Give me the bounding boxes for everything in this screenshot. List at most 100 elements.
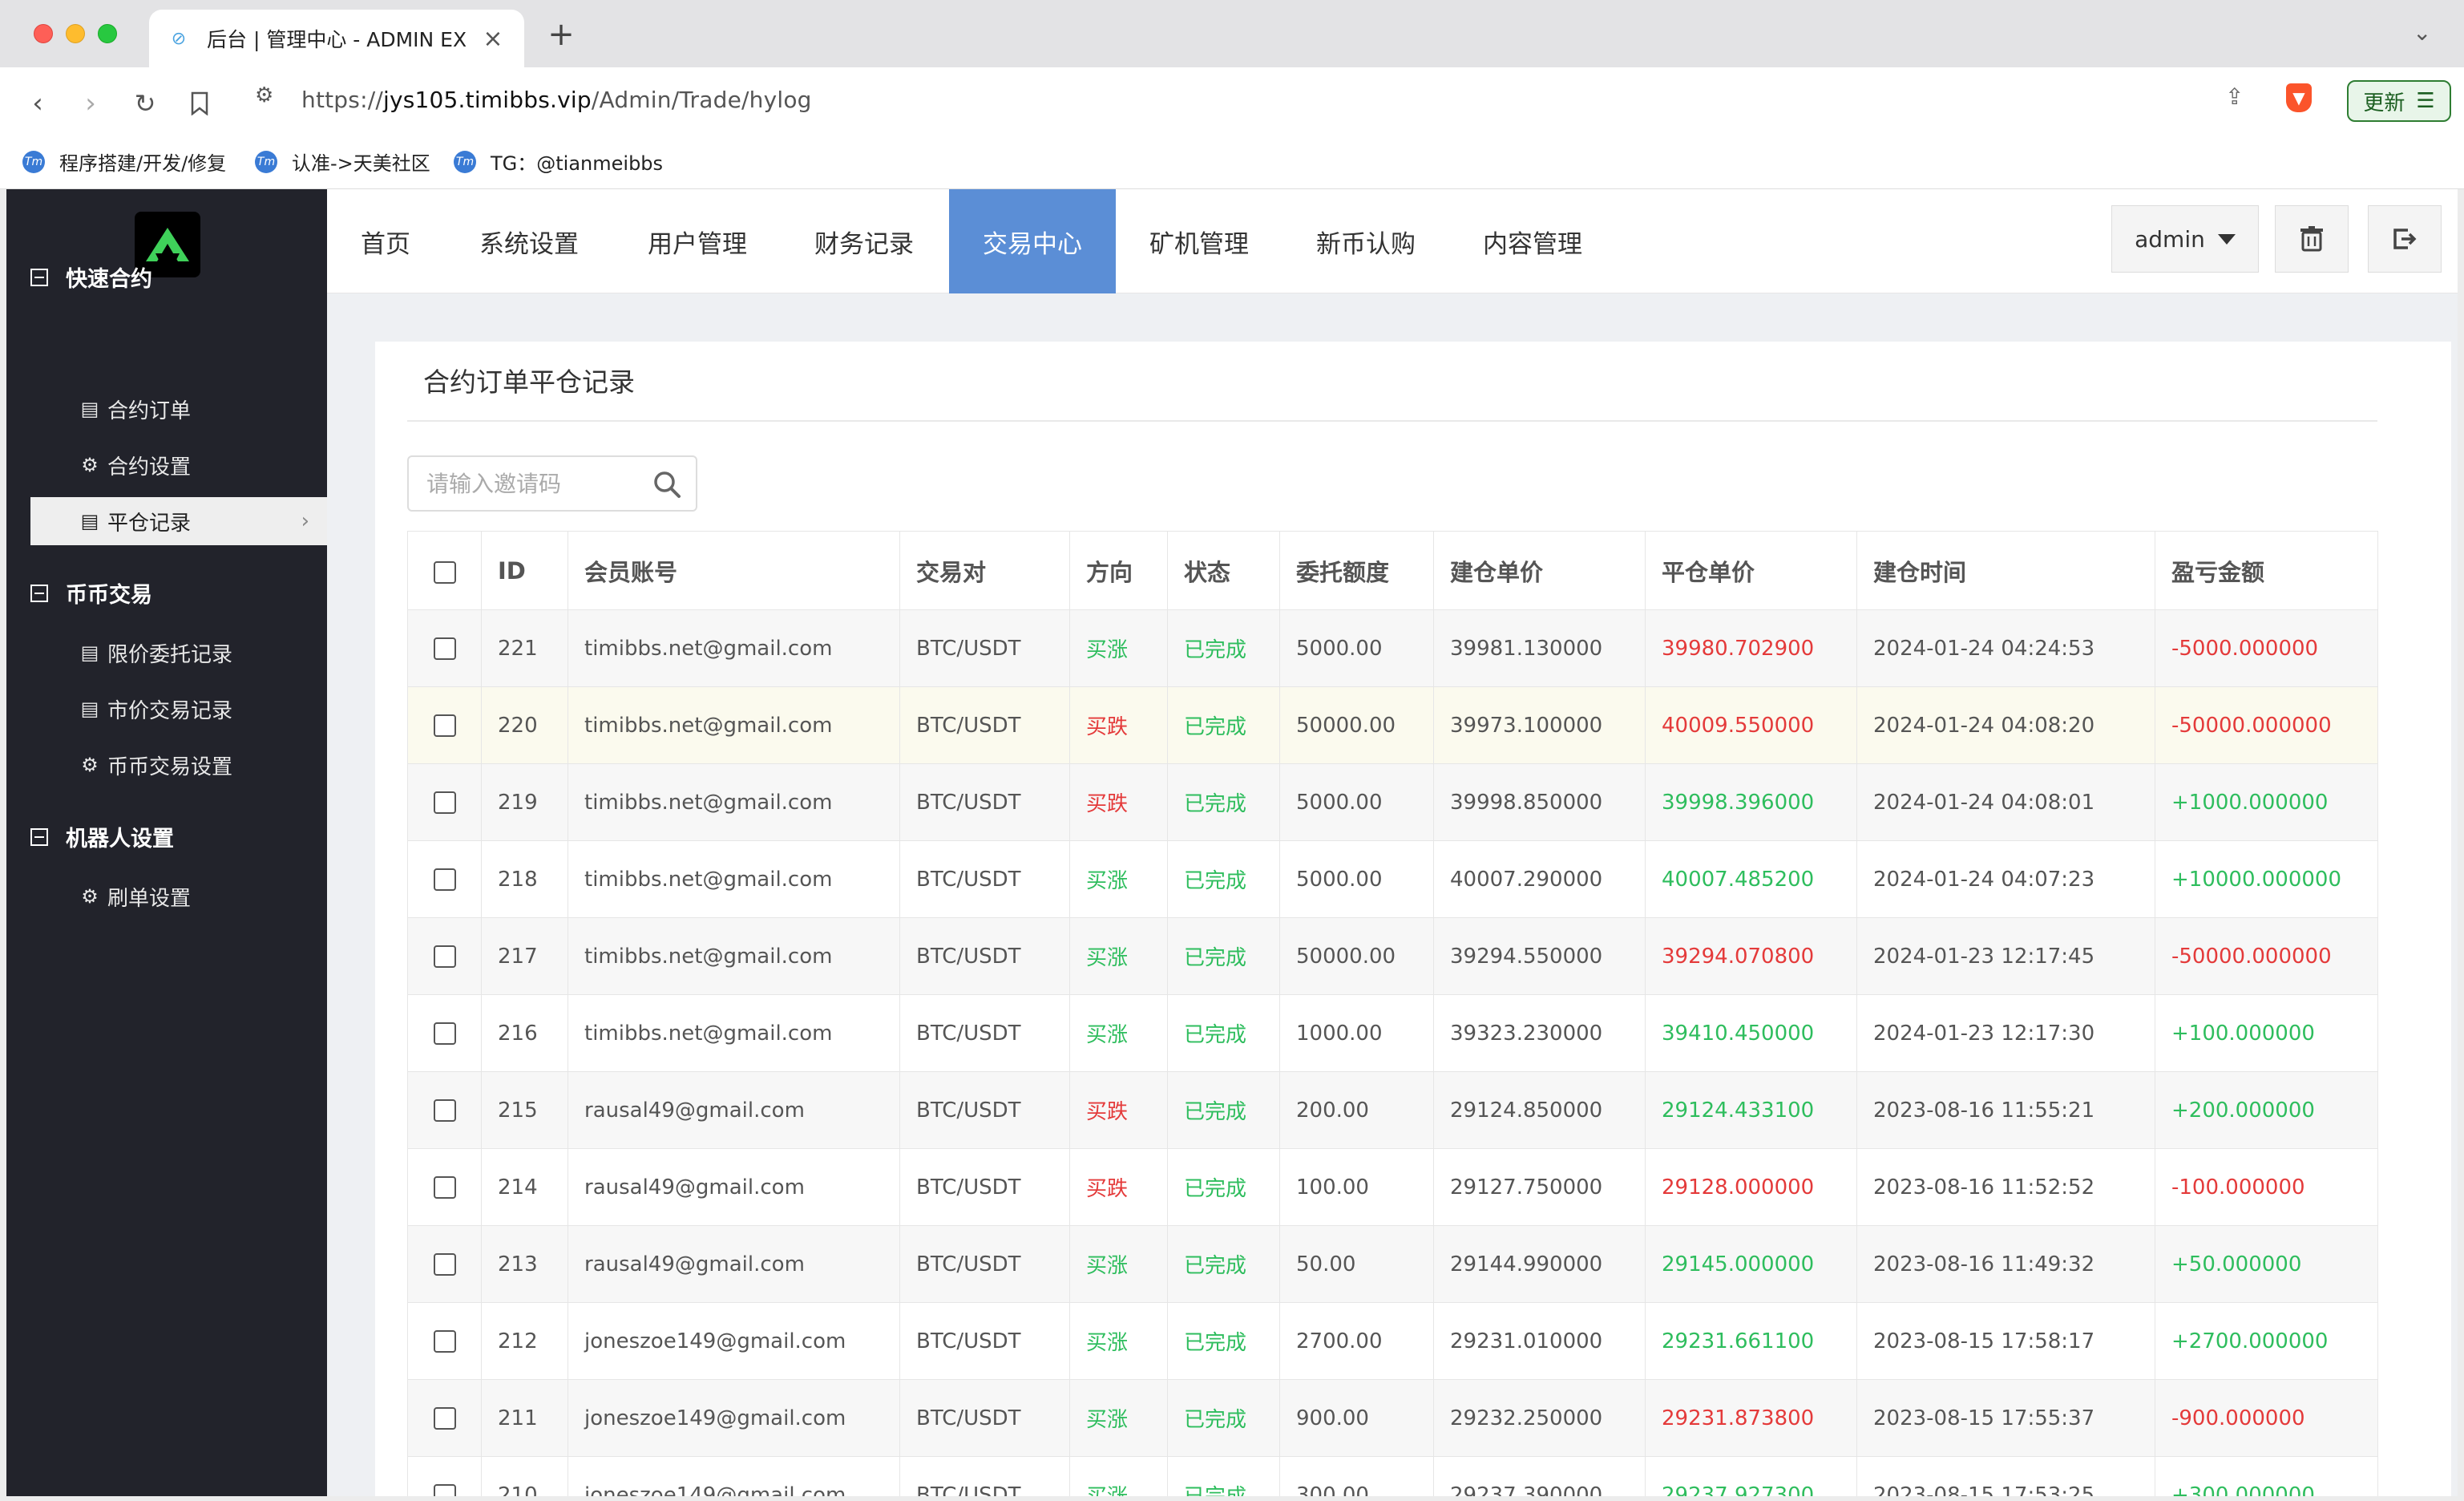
row-checkbox[interactable] xyxy=(433,1022,456,1045)
list-icon: ▤ xyxy=(80,641,99,664)
row-checkbox[interactable] xyxy=(433,791,456,814)
row-checkbox[interactable] xyxy=(433,1330,456,1353)
col-account[interactable]: 会员账号 xyxy=(568,531,900,610)
row-status: 已完成 xyxy=(1167,1379,1280,1457)
table-row[interactable]: 213 rausal49@gmail.com BTC/USDT 买涨 已完成 50.00 2… xyxy=(407,1225,2378,1303)
bookmark-item[interactable]: Tm 程序搭建/开发/修复 xyxy=(22,148,226,176)
search-icon[interactable] xyxy=(651,468,683,500)
sidebar-item-contract-settings[interactable]: ⚙ 合约设置 xyxy=(30,441,327,489)
sidebar-group-contract[interactable]: 快速合约 xyxy=(30,261,152,293)
nav-content-management[interactable]: 内容管理 xyxy=(1449,189,1616,293)
new-tab-button[interactable]: + xyxy=(545,16,577,53)
nav-new-coin[interactable]: 新币认购 xyxy=(1282,189,1449,293)
table-row[interactable]: 212 joneszoe149@gmail.com BTC/USDT 买涨 已完成 270… xyxy=(407,1302,2378,1380)
sidebar-item-limit-orders[interactable]: ▤ 限价委托记录 xyxy=(30,629,327,677)
row-status: 已完成 xyxy=(1167,763,1280,841)
row-pnl: -50000.000000 xyxy=(2155,686,2378,764)
sidebar-item-contract-orders[interactable]: ▤ 合约订单 xyxy=(30,385,327,433)
table-row[interactable]: 217 timibbs.net@gmail.com BTC/USDT 买涨 已完成 500… xyxy=(407,917,2378,995)
col-close-price[interactable]: 平仓单价 xyxy=(1645,531,1857,610)
minimize-window-button[interactable] xyxy=(66,24,85,43)
row-checkbox[interactable] xyxy=(433,1253,456,1276)
row-direction: 买跌 xyxy=(1069,686,1168,764)
tab-close-icon[interactable]: × xyxy=(481,25,505,53)
nav-miner-management[interactable]: 矿机管理 xyxy=(1116,189,1282,293)
address-bar[interactable]: https://jys105.timibbs.vip/Admin/Trade/h… xyxy=(301,87,812,113)
browser-tab[interactable]: ⊘ 后台 | 管理中心 - ADMIN EX × xyxy=(149,10,524,67)
row-checkbox[interactable] xyxy=(433,1407,456,1430)
nav-finance-records[interactable]: 财务记录 xyxy=(781,189,947,293)
row-checkbox[interactable] xyxy=(433,1484,456,1496)
sidebar-item-spot-settings[interactable]: ⚙ 币币交易设置 xyxy=(30,741,327,789)
col-open-time[interactable]: 建仓时间 xyxy=(1856,531,2155,610)
row-select-cell xyxy=(407,994,482,1072)
row-checkbox[interactable] xyxy=(433,1099,456,1122)
table-body: 221 timibbs.net@gmail.com BTC/USDT 买涨 已完成 500… xyxy=(407,609,2378,1496)
col-amount[interactable]: 委托额度 xyxy=(1279,531,1434,610)
col-id[interactable]: ID xyxy=(481,531,568,610)
update-button[interactable]: 更新 ☰ xyxy=(2347,80,2451,122)
logout-button[interactable] xyxy=(2368,205,2442,273)
row-open-time: 2024-01-24 04:08:01 xyxy=(1856,763,2155,841)
row-account: timibbs.net@gmail.com xyxy=(568,609,900,687)
row-id: 212 xyxy=(481,1302,568,1380)
col-pnl[interactable]: 盈亏金额 xyxy=(2155,531,2378,610)
select-all-checkbox[interactable] xyxy=(433,560,456,584)
nav-trading-center[interactable]: 交易中心 xyxy=(949,189,1116,293)
site-settings-icon[interactable]: ⚙ xyxy=(255,83,273,107)
col-open-price[interactable]: 建仓单价 xyxy=(1433,531,1646,610)
brave-shield-icon[interactable]: ▼ xyxy=(2286,83,2312,112)
row-open-price: 39981.130000 xyxy=(1433,609,1646,687)
row-checkbox[interactable] xyxy=(433,1176,456,1199)
bookmark-item[interactable]: Tm TG：@tianmeibbs xyxy=(454,148,663,176)
table-row[interactable]: 218 timibbs.net@gmail.com BTC/USDT 买涨 已完成 500… xyxy=(407,840,2378,918)
col-pair[interactable]: 交易对 xyxy=(899,531,1070,610)
back-icon[interactable]: ‹ xyxy=(19,85,56,122)
table-row[interactable]: 220 timibbs.net@gmail.com BTC/USDT 买跌 已完成 500… xyxy=(407,686,2378,764)
close-window-button[interactable] xyxy=(34,24,53,43)
nav-system-settings[interactable]: 系统设置 xyxy=(444,189,614,293)
search-input[interactable] xyxy=(426,470,643,497)
table-row[interactable]: 215 rausal49@gmail.com BTC/USDT 买跌 已完成 200.00… xyxy=(407,1071,2378,1149)
sidebar-item-bot-settings[interactable]: ⚙ 刷单设置 xyxy=(30,872,327,920)
table-row[interactable]: 219 timibbs.net@gmail.com BTC/USDT 买跌 已完成 500… xyxy=(407,763,2378,841)
row-checkbox[interactable] xyxy=(433,945,456,968)
table-row[interactable]: 210joneszoe149@gmail.comBTC/USDT买涨已完成300… xyxy=(407,1456,2378,1496)
row-pnl: -100.000000 xyxy=(2155,1148,2378,1226)
nav-home[interactable]: 首页 xyxy=(327,189,444,293)
row-pair: BTC/USDT xyxy=(899,994,1070,1072)
bookmark-icon[interactable] xyxy=(181,85,218,122)
list-icon: ▤ xyxy=(80,398,99,420)
reload-icon[interactable]: ↻ xyxy=(127,85,164,122)
row-checkbox[interactable] xyxy=(433,868,456,891)
forward-icon[interactable]: › xyxy=(72,85,109,122)
page-title: 合约订单平仓记录 xyxy=(423,366,635,398)
col-direction[interactable]: 方向 xyxy=(1069,531,1168,610)
tab-list-chevron-icon[interactable]: ⌄ xyxy=(2413,19,2431,46)
sidebar-item-close-records[interactable]: ▤ 平仓记录 › xyxy=(30,497,327,545)
nav-user-management[interactable]: 用户管理 xyxy=(614,189,781,293)
invite-code-search xyxy=(407,455,697,512)
table-row[interactable]: 221 timibbs.net@gmail.com BTC/USDT 买涨 已完成 500… xyxy=(407,609,2378,687)
sidebar-group-robot[interactable]: 机器人设置 xyxy=(30,821,174,852)
user-menu-button[interactable]: admin xyxy=(2111,205,2259,273)
row-checkbox[interactable] xyxy=(433,714,456,737)
row-status: 已完成 xyxy=(1167,1456,1280,1496)
row-open-price: 29144.990000 xyxy=(1433,1225,1646,1303)
row-close-price: 39294.070800 xyxy=(1645,917,1857,995)
sidebar-group-spot[interactable]: 币币交易 xyxy=(30,577,152,609)
table-row[interactable]: 211 joneszoe149@gmail.com BTC/USDT 买涨 已完成 900… xyxy=(407,1379,2378,1457)
zoom-window-button[interactable] xyxy=(98,24,117,43)
table-row[interactable]: 216 timibbs.net@gmail.com BTC/USDT 买涨 已完成 100… xyxy=(407,994,2378,1072)
bookmark-item[interactable]: Tm 认准->天美社区 xyxy=(255,148,430,176)
row-amount: 50000.00 xyxy=(1279,686,1434,764)
table-row[interactable]: 214 rausal49@gmail.com BTC/USDT 买跌 已完成 100.00… xyxy=(407,1148,2378,1226)
col-status[interactable]: 状态 xyxy=(1167,531,1280,610)
row-checkbox[interactable] xyxy=(433,637,456,660)
row-select-cell xyxy=(407,686,482,764)
share-icon[interactable]: ⇪ xyxy=(2225,83,2244,110)
sidebar-item-market-trades[interactable]: ▤ 市价交易记录 xyxy=(30,685,327,733)
row-close-price: 39980.702900 xyxy=(1645,609,1857,687)
row-pnl: +2700.000000 xyxy=(2155,1302,2378,1380)
clear-cache-button[interactable] xyxy=(2275,205,2349,273)
